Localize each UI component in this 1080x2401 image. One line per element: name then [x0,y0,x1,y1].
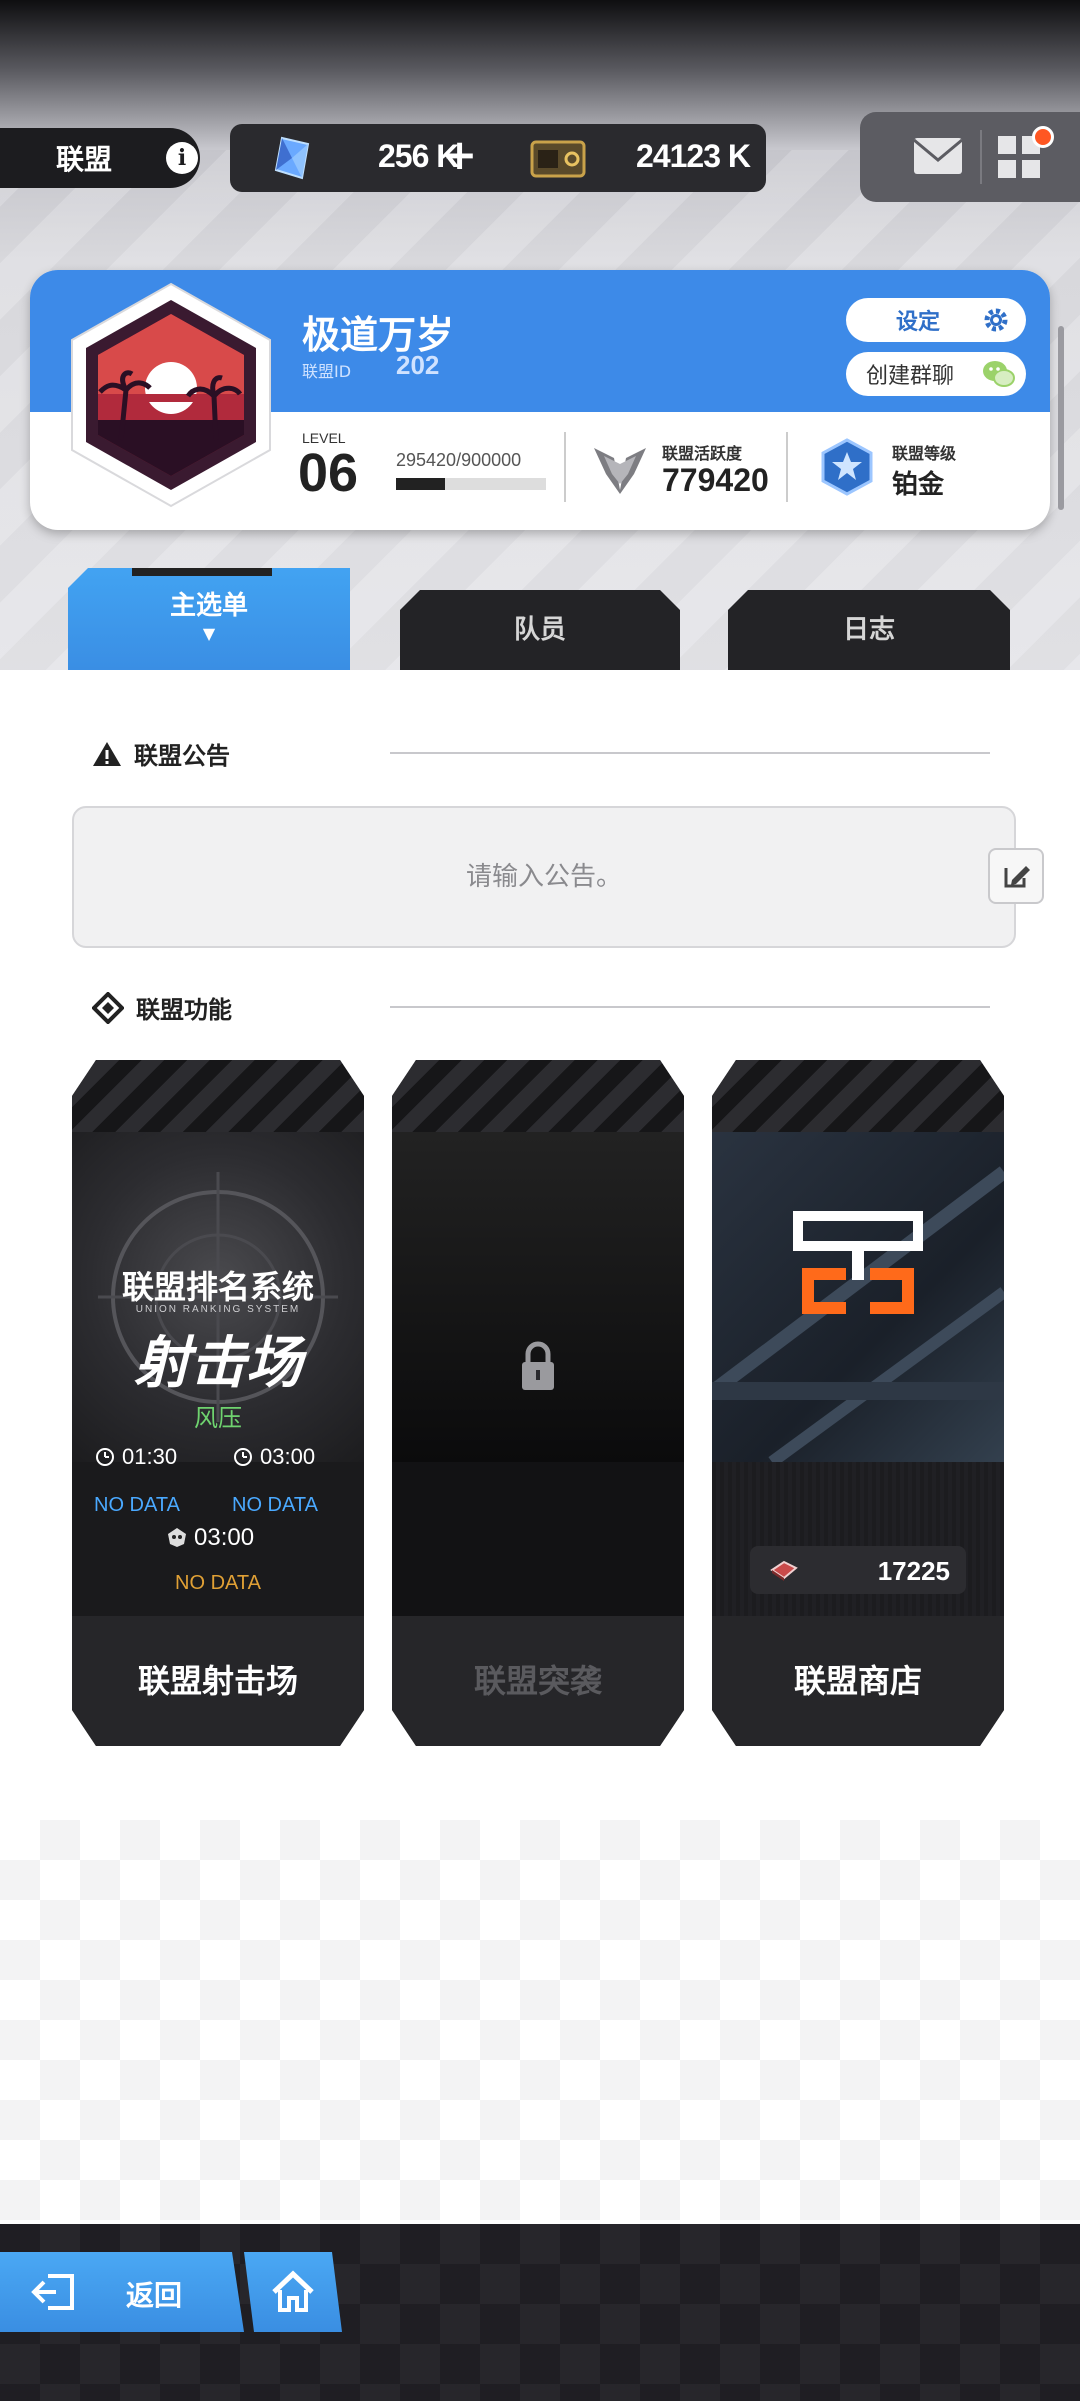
credit-count: 24123 K [636,138,751,174]
union-raid-art [392,1132,684,1462]
tab-log-label: 日志 [842,615,895,645]
notice-title: 联盟公告 [134,742,230,770]
features-section-title: 联盟功能 [92,990,232,1025]
timer-2-value: 03:00 [260,1444,316,1469]
back-button[interactable]: 返回 [0,2252,244,2332]
notice-input[interactable]: 请输入公告。 [72,806,1016,948]
mail-icon[interactable] [912,136,964,176]
home-icon [272,2270,314,2312]
rank-badge-icon [821,438,873,496]
alarm-clock-icon [232,1445,254,1467]
page-title-pill: 联盟 i [0,128,200,188]
experience-fill [396,478,446,490]
resource-bar: 256 K + 24123 K [230,124,766,192]
notice-placeholder: 请输入公告。 [465,862,622,892]
timer-2: 03:00 [232,1444,315,1470]
exit-icon [31,2274,74,2310]
divider [786,432,788,502]
union-shop-card[interactable]: 17225 联盟商店 [712,1060,1004,1746]
experience-text: 295420/900000 [396,450,522,470]
timer-3-value: 03:00 [194,1524,255,1551]
wind-pressure-label: 风压 [194,1404,242,1432]
empty-background [0,1820,1080,2220]
union-shop-logo [788,1210,928,1320]
settings-button[interactable]: 设定 [846,298,1026,342]
hazard-stripes [392,1060,684,1132]
level-value: 06 [298,443,359,503]
union-coin-icon [768,1558,800,1582]
union-coin-counter: 17225 [750,1546,966,1594]
add-gems-button[interactable]: + [442,130,477,179]
no-data-2: NO DATA [232,1494,318,1516]
ranking-system-title: 联盟排名系统 [121,1268,314,1306]
activity-emblem-icon [594,448,646,494]
notification-dot [1032,126,1054,148]
group-chat-label: 创建群聊 [866,364,955,389]
hazard-stripes [72,1060,364,1132]
union-raid-card[interactable]: 联盟突袭 [392,1060,684,1746]
union-id-label: 联盟ID [302,362,352,381]
page-title: 联盟 [56,143,113,176]
activity-label: 联盟活跃度 [662,444,743,463]
create-group-chat-button[interactable]: 创建群聊 [846,352,1026,396]
divider [980,130,982,184]
diamond-icon [92,991,124,1024]
no-data-1: NO DATA [94,1494,180,1516]
wechat-icon [983,361,1015,387]
shooting-range-art-title: 射击场 [134,1331,302,1396]
rank-value: 铂金 [892,470,945,500]
section-divider [390,752,990,754]
tab-members[interactable]: 队员 [400,590,680,670]
tab-log[interactable]: 日志 [728,590,1010,670]
no-data-3: NO DATA [175,1572,261,1594]
tab-members-label: 队员 [513,615,566,645]
tab-main-menu[interactable]: 主选单 ▼ [68,568,350,670]
back-label: 返回 [126,2279,183,2312]
hazard-stripes [712,1060,1004,1132]
info-icon[interactable]: i [166,142,198,174]
credit-card-icon [530,140,586,178]
boss-skull-icon [166,1526,188,1548]
shooting-range-label: 联盟射击场 [72,1616,364,1746]
alarm-clock-icon [94,1445,116,1467]
tab-cap [132,568,272,576]
activity-value: 779420 [662,462,769,498]
timer-3: 03:00 [166,1524,254,1552]
ranking-system-subtitle: UNION RANKING SYSTEM [135,1304,301,1315]
shooting-range-card[interactable]: 联盟排名系统 UNION RANKING SYSTEM 射击场 风压 01:30… [72,1060,364,1746]
divider [564,432,566,502]
union-shop-art [712,1132,1004,1462]
section-divider [390,1006,990,1008]
settings-label: 设定 [896,310,941,335]
experience-bar [396,478,546,490]
edit-notice-button[interactable] [988,848,1044,904]
union-shop-label: 联盟商店 [712,1616,1004,1746]
timer-1: 01:30 [94,1444,177,1470]
home-button[interactable] [244,2252,342,2332]
rank-label: 联盟等级 [892,444,957,463]
union-id-value: 202 [396,350,440,380]
scrollbar[interactable] [1058,326,1064,510]
union-emblem-icon[interactable] [66,280,276,510]
union-raid-label: 联盟突袭 [392,1616,684,1746]
timer-1-value: 01:30 [122,1444,178,1469]
union-coin-value: 17225 [877,1556,950,1586]
edit-icon [1004,866,1030,888]
features-title: 联盟功能 [136,996,232,1024]
top-right-panel [860,112,1080,202]
notice-section-title: 联盟公告 [92,736,230,771]
caret-down-icon: ▼ [202,624,216,643]
gear-icon [984,308,1008,332]
warning-icon [93,741,121,766]
lock-icon [518,1340,558,1392]
gem-icon [274,136,310,180]
